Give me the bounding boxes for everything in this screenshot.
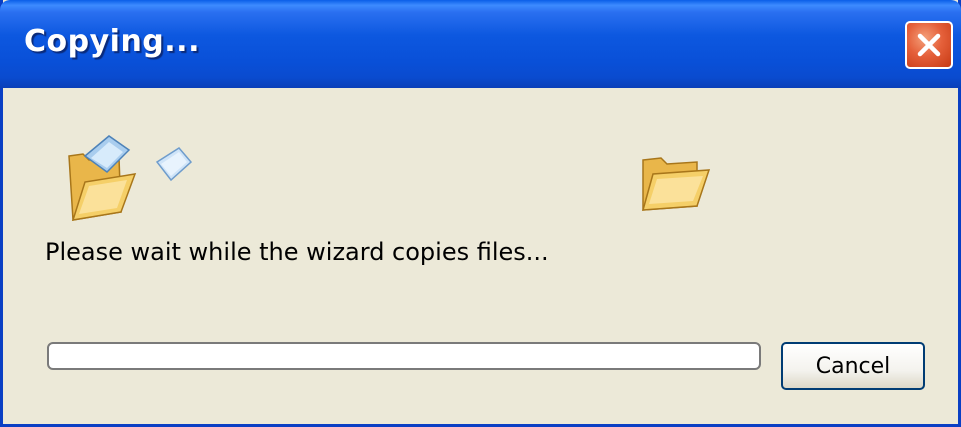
close-button[interactable] <box>905 21 953 69</box>
folder-icon <box>641 157 711 211</box>
open-folder-with-flying-page-icon <box>68 135 193 221</box>
dialog-content: Please wait while the wizard copies file… <box>3 88 958 427</box>
status-message: Please wait while the wizard copies file… <box>45 238 549 266</box>
close-x-icon <box>917 33 941 57</box>
window-title: Copying... <box>24 24 200 59</box>
copy-dialog-window: Copying... Please wait while the wizard … <box>0 0 961 427</box>
title-bar[interactable]: Copying... <box>0 0 961 88</box>
cancel-button[interactable]: Cancel <box>781 342 925 390</box>
copy-progress-bar <box>47 342 761 370</box>
